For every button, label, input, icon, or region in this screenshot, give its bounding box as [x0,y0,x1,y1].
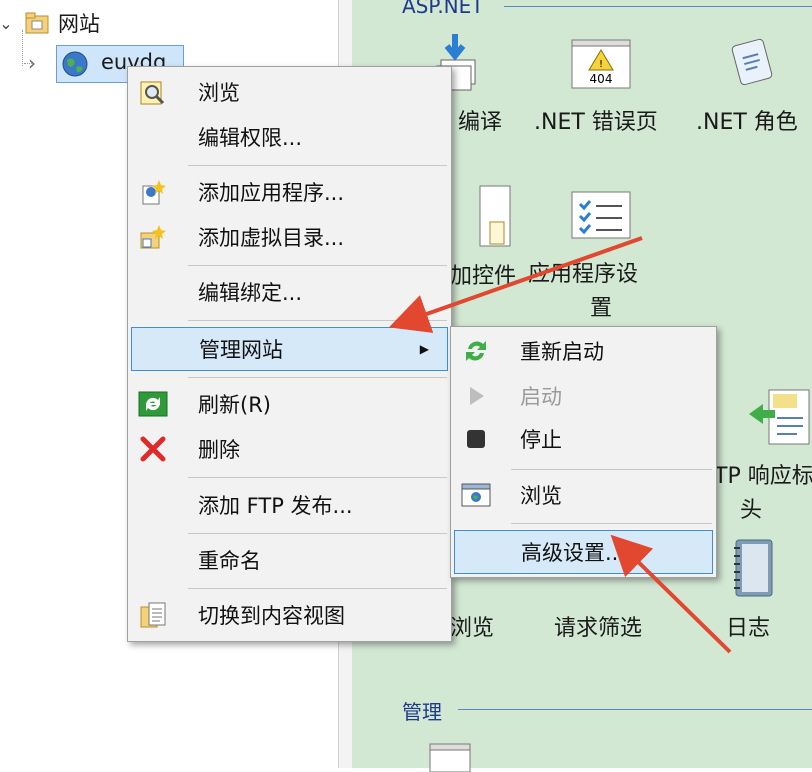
error-code-text: 404 [590,72,613,86]
tree-node-sites[interactable]: ⌄ 网站 [0,8,100,38]
app-settings-icon [571,191,631,239]
submenu-item-restart-label: 重新启动 [520,340,604,364]
feature-controls-label: 加控件 [450,264,517,289]
menu-item-add-ftp-publishing[interactable]: 添加 FTP 发布... [128,485,451,525]
menu-item-edit-bindings[interactable]: 编辑绑定... [128,272,451,312]
menu-separator [188,588,447,589]
http-headers-icon [749,389,810,445]
feature-net-roles-label: .NET 角色 [696,110,798,135]
submenu-item-stop[interactable]: 停止 [451,419,716,459]
feature-compile-label: 编译 [458,110,503,135]
menu-item-add-ftp-label: 添加 FTP 发布... [198,494,353,518]
feature-logging-label: 日志 [726,616,771,641]
svg-text:!: ! [599,59,603,70]
menu-item-add-virtual-directory[interactable]: 添加虚拟目录... [128,217,451,257]
submenu-item-advanced-settings-label: 高级设置... [521,541,626,565]
tree-line [22,30,24,66]
menu-item-refresh-label: 刷新(R) [198,393,271,417]
content-view-icon [136,598,170,632]
expand-chevron-icon[interactable]: › [28,51,36,75]
submenu-item-advanced-settings[interactable]: 高级设置... [454,530,713,574]
menu-separator [188,265,447,266]
net-roles-icon [731,38,773,86]
group-header-manage: 管理 [402,700,442,724]
globe-icon [62,51,88,77]
logging-icon [734,539,773,597]
stop-square-icon [459,422,493,456]
feature-http-headers[interactable]: TP 响应标 头 [714,388,812,523]
menu-separator [188,320,447,321]
delete-x-icon [136,432,170,466]
menu-item-add-virtual-directory-label: 添加虚拟目录... [198,226,345,250]
menu-item-rename[interactable]: 重命名 [128,540,451,580]
error-page-icon: ! 404 [571,39,631,89]
menu-separator [188,377,447,378]
menu-item-delete-label: 删除 [198,438,240,462]
browse-icon [136,75,170,109]
menu-item-refresh[interactable]: 刷新(R) [128,384,451,424]
restart-icon [459,334,493,368]
menu-separator [188,477,447,478]
feature-browse-label[interactable]: 浏览 [450,610,494,642]
menu-separator [188,165,447,166]
feature-net-error-label: .NET 错误页 [534,110,658,135]
group-header-aspnet: ASP.NET [402,0,484,18]
feature-app-settings-label: 应用程序设 [528,262,639,287]
submenu-item-start[interactable]: 启动 [451,376,716,416]
folder-sites-icon [25,12,49,34]
submenu-item-restart[interactable]: 重新启动 [451,331,716,371]
menu-item-switch-content-view-label: 切换到内容视图 [198,604,345,628]
controls-icon [479,185,511,247]
submenu-separator [511,523,712,524]
add-application-icon [136,175,170,209]
submenu-separator [511,469,712,470]
feature-http-headers-label: TP 响应标 [714,464,812,489]
group-divider [504,6,812,7]
collapse-chevron-icon[interactable]: ⌄ [0,14,14,33]
menu-separator [188,533,447,534]
menu-item-browse-label: 浏览 [198,81,240,105]
group-divider [458,709,812,710]
menu-item-rename-label: 重命名 [198,549,261,573]
start-play-icon [459,379,493,413]
menu-item-edit-bindings-label: 编辑绑定... [198,281,303,305]
menu-item-switch-content-view[interactable]: 切换到内容视图 [128,595,451,635]
menu-item-delete[interactable]: 删除 [128,429,451,469]
menu-item-add-application[interactable]: 添加应用程序... [128,172,451,212]
menu-item-add-application-label: 添加应用程序... [198,181,345,205]
submenu-arrow-icon: ▶ [419,342,429,356]
manage-website-submenu: 重新启动 启动 停止 浏览 高级设置... [450,326,717,578]
menu-item-browse[interactable]: 浏览 [128,72,451,112]
feature-http-headers-label-2: 头 [740,498,763,523]
feature-net-error-pages[interactable]: ! 404 .NET 错误页 [534,38,666,135]
menu-item-edit-permissions[interactable]: 编辑权限... [128,117,451,157]
context-menu: 浏览 编辑权限... 添加应用程序... 添加虚拟目录... 编辑绑定... 管… [127,66,452,642]
refresh-icon [136,387,170,421]
submenu-item-browse-label: 浏览 [520,484,562,508]
tree-node-sites-label: 网站 [58,12,100,36]
menu-item-manage-website-label: 管理网站 [199,338,283,362]
menu-item-manage-website[interactable]: 管理网站 ▶ [131,327,448,371]
feature-app-settings-label-2: 置 [590,296,613,321]
feature-request-filter-label: 请求筛选 [554,616,643,641]
menu-item-edit-permissions-label: 编辑权限... [198,126,303,150]
submenu-item-browse[interactable]: 浏览 [451,475,716,515]
browse-window-icon [459,478,493,512]
add-virtual-directory-icon [136,220,170,254]
feature-net-roles[interactable]: .NET 角色 [688,34,812,135]
feature-app-settings[interactable]: 应用程序设 置 [528,190,666,321]
submenu-item-start-label: 启动 [520,385,562,409]
submenu-item-stop-label: 停止 [520,428,562,452]
